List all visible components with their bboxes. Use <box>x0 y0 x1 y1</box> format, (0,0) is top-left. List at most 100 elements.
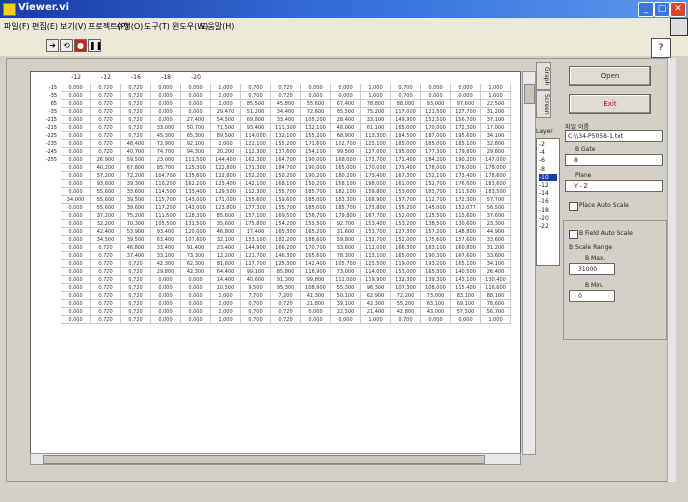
table-cell[interactable]: 37,400 <box>121 252 151 260</box>
table-cell[interactable]: 0,000 <box>61 172 91 180</box>
table-cell[interactable]: 155,200 <box>391 204 421 212</box>
table-cell[interactable]: 32,800 <box>481 140 511 148</box>
table-cell[interactable]: 0,720 <box>91 252 121 260</box>
table-cell[interactable]: 40,600 <box>241 276 271 284</box>
table-cell[interactable]: 184,500 <box>391 132 421 140</box>
layer-list-item[interactable]: -22 <box>539 223 549 230</box>
table-cell[interactable]: 155,200 <box>301 132 331 140</box>
table-cell[interactable]: 65,500 <box>331 108 361 116</box>
table-cell[interactable]: 152,100 <box>421 172 451 180</box>
table-cell[interactable]: 70,300 <box>121 220 151 228</box>
table-cell[interactable]: 42,300 <box>181 268 211 276</box>
table-cell[interactable]: 0,720 <box>121 116 151 124</box>
table-cell[interactable]: 185,700 <box>301 188 331 196</box>
table-cell[interactable]: 21,800 <box>301 300 331 308</box>
table-cell[interactable]: 0,720 <box>91 92 121 100</box>
table-cell[interactable]: 92,100 <box>181 140 211 148</box>
table-cell[interactable]: 165,000 <box>331 164 361 172</box>
table-cell[interactable]: 73,300 <box>181 252 211 260</box>
table-cell[interactable]: 72,900 <box>151 140 181 148</box>
table-cell[interactable]: 152,077 <box>451 204 481 212</box>
table-cell[interactable]: 108,000 <box>421 284 451 292</box>
data-table[interactable]: -12 -12 -16 -18 -20 -15 -35 65 -35 -215 -215 -225 -2… <box>30 71 521 455</box>
table-cell[interactable]: 132,700 <box>361 236 391 244</box>
table-cell[interactable]: 152,000 <box>391 236 421 244</box>
table-cell[interactable]: 165,000 <box>391 252 421 260</box>
table-cell[interactable]: 168,000 <box>331 156 361 164</box>
table-cell[interactable]: 96,300 <box>361 284 391 292</box>
table-cell[interactable]: 162,300 <box>241 156 271 164</box>
table-cell[interactable]: 39,500 <box>121 236 151 244</box>
table-cell[interactable]: 152,700 <box>421 180 451 188</box>
help-button[interactable]: ? <box>651 38 671 58</box>
table-cell[interactable]: 91,300 <box>271 276 301 284</box>
layer-list-item[interactable]: -16 <box>539 198 549 205</box>
table-cell[interactable]: 78,800 <box>361 100 391 108</box>
table-cell[interactable]: 1,000 <box>361 84 391 92</box>
table-cell[interactable]: 10,500 <box>211 284 241 292</box>
window-vertical-scrollbar[interactable] <box>667 58 676 482</box>
table-cell[interactable]: 33,400 <box>271 116 301 124</box>
table-cell[interactable]: 88,000 <box>391 100 421 108</box>
table-cell[interactable]: 26,400 <box>481 268 511 276</box>
table-cell[interactable]: 0,700 <box>241 308 271 316</box>
table-cell[interactable]: 190,200 <box>451 156 481 164</box>
table-cell[interactable]: 198,000 <box>361 180 391 188</box>
table-cell[interactable]: 43,000 <box>421 308 451 316</box>
table-cell[interactable]: 0,000 <box>181 276 211 284</box>
table-cell[interactable]: 0,000 <box>301 308 331 316</box>
table-cell[interactable]: 173,700 <box>361 156 391 164</box>
table-cell[interactable]: 17,400 <box>241 228 271 236</box>
table-cell[interactable]: 0,000 <box>451 84 481 92</box>
table-cell[interactable]: 74,700 <box>151 148 181 156</box>
table-cell[interactable]: 33,400 <box>151 244 181 252</box>
table-cell[interactable]: 130,600 <box>451 220 481 228</box>
table-cell[interactable]: 91,400 <box>181 244 211 252</box>
table-cell[interactable]: 55,600 <box>91 188 121 196</box>
table-cell[interactable]: 112,000 <box>361 244 391 252</box>
table-cell[interactable]: 33,600 <box>331 244 361 252</box>
table-cell[interactable]: 0,700 <box>391 316 421 324</box>
table-cell[interactable]: 61,100 <box>361 124 391 132</box>
table-cell[interactable]: 0,000 <box>61 132 91 140</box>
table-cell[interactable]: 114,000 <box>241 132 271 140</box>
table-cell[interactable]: 42,400 <box>91 228 121 236</box>
table-cell[interactable]: 122,100 <box>241 140 271 148</box>
table-cell[interactable]: 113,300 <box>361 132 391 140</box>
layer-list-item[interactable]: -8 <box>539 166 545 173</box>
minimize-button[interactable]: _ <box>638 2 654 17</box>
table-cell[interactable]: 172,300 <box>451 196 481 204</box>
table-cell[interactable]: 0,000 <box>151 284 181 292</box>
table-cell[interactable]: 0,700 <box>241 84 271 92</box>
table-cell[interactable]: 185,700 <box>331 204 361 212</box>
table-cell[interactable]: 1,000 <box>211 84 241 92</box>
table-cell[interactable]: 0,000 <box>61 228 91 236</box>
table-cell[interactable]: 150,200 <box>271 172 301 180</box>
table-cell[interactable]: 1,000 <box>211 100 241 108</box>
table-cell[interactable]: 116,200 <box>151 180 181 188</box>
table-cell[interactable]: 29,800 <box>481 148 511 156</box>
table-cell[interactable]: 27,400 <box>181 116 211 124</box>
table-cell[interactable]: 0,720 <box>121 260 151 268</box>
table-cell[interactable]: 114,500 <box>151 188 181 196</box>
table-cell[interactable]: 0,000 <box>151 292 181 300</box>
table-cell[interactable]: 0,000 <box>181 284 211 292</box>
table-cell[interactable]: 46,800 <box>211 228 241 236</box>
table-cell[interactable]: 157,100 <box>241 212 271 220</box>
table-cell[interactable]: 1,000 <box>211 92 241 100</box>
table-cell[interactable]: 0,720 <box>91 260 121 268</box>
table-cell[interactable]: 0,000 <box>151 84 181 92</box>
table-cell[interactable]: 0,000 <box>181 308 211 316</box>
table-cell[interactable]: 180,200 <box>331 172 361 180</box>
table-cell[interactable]: 157,700 <box>391 196 421 204</box>
table-cell[interactable]: 165,300 <box>421 268 451 276</box>
table-cell[interactable]: 99,800 <box>301 276 331 284</box>
table-cell[interactable]: 102,700 <box>331 140 361 148</box>
table-cell[interactable]: 48,000 <box>331 124 361 132</box>
table-cell[interactable]: 0,000 <box>61 236 91 244</box>
table-cell[interactable]: 1,000 <box>211 300 241 308</box>
table-cell[interactable]: 34,100 <box>481 260 511 268</box>
table-cell[interactable]: 29,800 <box>151 268 181 276</box>
table-cell[interactable]: 68,900 <box>331 132 361 140</box>
table-cell[interactable]: 0,000 <box>61 124 91 132</box>
